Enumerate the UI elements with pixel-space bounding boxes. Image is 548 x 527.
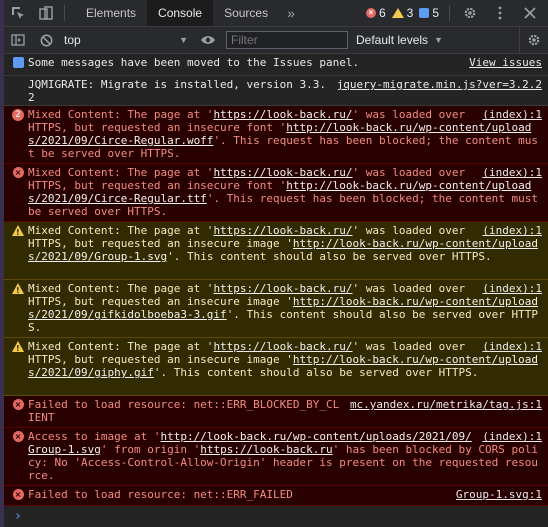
message-text: Mixed Content: The page at ' [28,224,214,237]
message-text: Mixed Content: The page at ' [28,108,214,121]
error-repeat-badge: 2 [12,109,24,121]
view-issues-link[interactable]: View issues [469,56,542,69]
console-prompt[interactable]: › [4,506,548,526]
warning-icon [12,341,24,355]
kebab-menu-icon[interactable] [486,0,514,26]
sidebar-toggle-icon[interactable] [4,27,32,53]
prompt-chevron-icon: › [14,508,22,524]
devtools-tabbar: Elements Console Sources » × 6 3 5 [4,0,548,27]
info-icon [12,57,24,68]
tabbar-divider [64,5,65,21]
message-text: ' from origin ' [100,443,201,456]
error-icon: × [12,399,24,410]
error-icon: × [12,167,24,178]
console-message-log: jquery-migrate.min.js?ver=3.2.2 JQMIGRATE… [4,76,548,106]
close-devtools-icon[interactable] [516,0,544,26]
devtools-panel: Elements Console Sources » × 6 3 5 top ▼… [4,0,548,527]
source-link[interactable]: mc.yandex.ru/metrika/tag.js:1 [350,398,542,411]
console-toolbar: top ▼ Default levels ▼ [4,27,548,54]
warning-icon [391,8,404,18]
console-messages: View issues Some messages have been moved… [4,54,548,526]
source-link[interactable]: (index):1 [482,282,542,295]
message-text: '. This content should also be served ov… [153,366,479,379]
warning-icon [12,225,24,239]
console-message-warning: (index):1 Mixed Content: The page at 'htt… [4,222,548,280]
source-link[interactable]: (index):1 [482,224,542,237]
page-url-link[interactable]: https://look-back.ru/ [213,340,352,353]
console-message-error: × Group-1.svg:1 Failed to load resource: … [4,486,548,506]
source-link[interactable]: (index):1 [482,430,542,443]
more-tabs-button[interactable]: » [279,5,303,21]
warning-count[interactable]: 3 [391,6,414,20]
console-message-warning: (index):1 Mixed Content: The page at 'htt… [4,338,548,396]
source-link[interactable]: jquery-migrate.min.js?ver=3.2.2 [337,78,542,91]
page-url-link[interactable]: https://look-back.ru/ [213,166,352,179]
error-icon: × [365,8,376,18]
error-icon: × [12,431,24,442]
message-text: Mixed Content: The page at ' [28,282,214,295]
live-expression-eye-icon[interactable] [194,27,222,53]
message-text: Access to image at ' [28,430,161,443]
console-message-info: View issues Some messages have been moved… [4,54,548,76]
console-message-error: × (index):1 Mixed Content: The page at 'h… [4,164,548,222]
console-message-error: × mc.yandex.ru/metrika/tag.js:1 Failed to… [4,396,548,428]
message-text: Some messages have been moved to the Iss… [28,56,360,69]
tab-console[interactable]: Console [147,0,214,26]
message-text: Mixed Content: The page at ' [28,166,214,179]
message-text: '. This content should also be served ov… [167,250,492,263]
console-message-warning: (index):1 Mixed Content: The page at 'htt… [4,280,548,338]
tab-elements[interactable]: Elements [75,0,147,26]
chevron-down-icon: ▼ [179,35,188,45]
page-url-link[interactable]: https://look-back.ru/ [213,282,352,295]
filter-input[interactable] [226,31,348,49]
error-count[interactable]: × 6 [365,6,386,20]
error-icon: × [12,489,24,500]
page-url-link[interactable]: https://look-back.ru/ [213,224,352,237]
source-link[interactable]: Group-1.svg:1 [456,488,542,501]
inspect-element-icon[interactable] [4,0,32,26]
log-levels-dropdown[interactable]: Default levels ▼ [356,33,443,47]
chevron-down-icon: ▼ [434,35,443,45]
source-link[interactable]: (index):1 [482,108,542,121]
origin-url-link[interactable]: https://look-back.ru [200,443,332,456]
console-message-error: 2 (index):1 Mixed Content: The page at 'h… [4,106,548,164]
source-link[interactable]: (index):1 [482,166,542,179]
device-toolbar-icon[interactable] [32,0,60,26]
error-count-value: 6 [378,6,386,20]
message-text: Failed to load resource: net::ERR_FAILED [28,488,293,501]
context-selector[interactable]: top ▼ [60,33,194,47]
issues-icon [419,8,430,18]
log-levels-value: Default levels [356,33,429,47]
issues-count-value: 5 [432,6,439,20]
warning-count-value: 3 [406,6,414,20]
console-message-error: × (index):1 Access to image at 'http://lo… [4,428,548,486]
message-text: JQMIGRATE: Migrate is installed, version… [28,78,327,104]
tab-sources[interactable]: Sources [213,0,279,26]
message-text: Failed to load resource: net::ERR_BLOCKE… [28,398,340,424]
page-url-link[interactable]: https://look-back.ru/ [213,108,352,121]
console-settings-gear-icon[interactable] [519,27,548,53]
issues-count[interactable]: 5 [419,6,439,20]
context-selector-value: top [64,33,81,47]
settings-gear-icon[interactable] [456,0,484,26]
clear-console-icon[interactable] [32,27,60,53]
counts-divider [449,5,450,21]
message-counts[interactable]: × 6 3 5 [365,0,544,26]
message-text: Mixed Content: The page at ' [28,340,214,353]
warning-icon [12,283,24,297]
source-link[interactable]: (index):1 [482,340,542,353]
